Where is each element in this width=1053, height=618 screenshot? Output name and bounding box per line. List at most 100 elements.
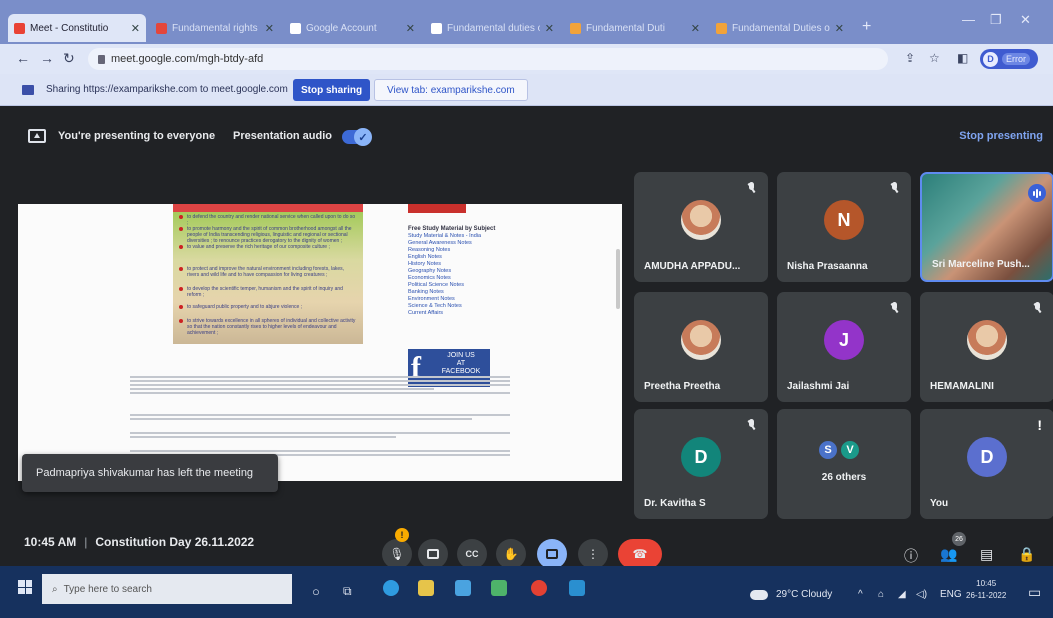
back-icon[interactable]: ← xyxy=(16,50,30,66)
sidebar-link[interactable]: Economics Notes xyxy=(408,275,518,282)
browser-tab[interactable]: Google Account ✕ xyxy=(284,14,421,42)
url-bar[interactable]: meet.google.com/mgh-btdy-afd xyxy=(88,48,888,70)
more-options-button[interactable]: ⋮ xyxy=(578,539,608,569)
forward-icon[interactable]: → xyxy=(40,50,54,66)
taskbar-clock[interactable]: 10:45 26-11-2022 xyxy=(966,578,1006,602)
participant-tile[interactable]: J Jailashmi Jai xyxy=(777,292,911,402)
participant-name: Sri Marceline Push... xyxy=(932,259,1030,270)
show-hidden-icons-icon[interactable]: ^ xyxy=(858,589,863,600)
meet-window: You're presenting to everyone Presentati… xyxy=(0,106,1053,569)
photos-icon[interactable] xyxy=(569,580,585,596)
maximize-icon[interactable]: ❐ xyxy=(990,12,1002,28)
participant-tile[interactable]: HEMAMALINI xyxy=(920,292,1053,402)
participant-name: AMUDHA APPADU... xyxy=(644,261,741,272)
browser-tab[interactable]: Meet - Constitutio ✕ xyxy=(8,14,146,42)
more-vert-icon: ⋮ xyxy=(587,547,599,561)
raise-hand-button[interactable]: ✋ xyxy=(496,539,526,569)
sidebar-link[interactable]: History Notes xyxy=(408,261,518,268)
browser-tab[interactable]: Fundamental duties of ✕ xyxy=(425,14,560,42)
sidebar-link[interactable]: Current Affairs xyxy=(408,310,518,317)
present-icon xyxy=(546,549,558,559)
participant-tile[interactable]: D! You xyxy=(920,409,1053,519)
browser-tab[interactable]: Fundamental rights of ✕ xyxy=(150,14,280,42)
tab-close-icon[interactable]: ✕ xyxy=(835,22,844,35)
muted-mic-icon xyxy=(747,182,756,194)
red-banner-button[interactable] xyxy=(408,204,466,213)
muted-mic-icon xyxy=(890,182,899,194)
new-tab-button[interactable]: + xyxy=(862,18,871,36)
chrome-icon[interactable] xyxy=(531,580,547,596)
minimize-icon[interactable]: — xyxy=(962,12,975,27)
present-button[interactable] xyxy=(537,539,567,569)
captions-button[interactable]: CC xyxy=(457,539,487,569)
edge-icon[interactable] xyxy=(383,580,399,596)
tab-title: Fundamental Duties o xyxy=(732,22,830,34)
notifications-icon[interactable]: ▭ xyxy=(1028,584,1041,601)
profile-avatar: D xyxy=(983,51,998,67)
close-window-icon[interactable]: ✕ xyxy=(1020,12,1031,28)
file-explorer-icon[interactable] xyxy=(418,580,434,596)
tab-close-icon[interactable]: ✕ xyxy=(406,22,415,35)
chat-icon[interactable]: ▤ xyxy=(980,546,993,563)
sidebar-link[interactable]: Banking Notes xyxy=(408,289,518,296)
sidebar-link[interactable]: Study Material & Notes - India xyxy=(408,233,518,240)
meeting-details-icon[interactable]: ⓘ xyxy=(904,546,918,566)
language-indicator[interactable]: ENG xyxy=(940,589,962,600)
participant-tile[interactable]: N Nisha Prasaanna xyxy=(777,172,911,282)
task-view-icon[interactable]: ⧉ xyxy=(343,584,352,599)
presentation-audio-toggle[interactable]: ✓ xyxy=(342,128,372,146)
browser-tab[interactable]: Fundamental Duties o ✕ xyxy=(710,14,850,42)
view-tab-button[interactable]: View tab: examparikshe.com xyxy=(374,79,528,101)
taskbar-search-box[interactable]: ⌕ Type here to search xyxy=(42,574,292,604)
tab-favicon-icon xyxy=(14,22,25,34)
wifi-icon[interactable]: ◢ xyxy=(898,589,906,600)
tab-close-icon[interactable]: ✕ xyxy=(265,22,274,35)
participant-tile[interactable]: Sri Marceline Push... xyxy=(920,172,1053,282)
tab-close-icon[interactable]: ✕ xyxy=(545,22,554,35)
stop-presenting-button[interactable]: Stop presenting xyxy=(959,130,1043,142)
sidebar-link[interactable]: Geography Notes xyxy=(408,268,518,275)
cortana-icon[interactable]: ○ xyxy=(312,584,320,599)
sidebar-link[interactable]: Reasoning Notes xyxy=(408,247,518,254)
url-text: meet.google.com/mgh-btdy-afd xyxy=(111,53,264,65)
participant-tile[interactable]: S V 26 others xyxy=(777,409,911,519)
sidebar-link[interactable]: Environment Notes xyxy=(408,296,518,303)
profile-button[interactable]: D Error xyxy=(980,49,1038,69)
leave-call-button[interactable]: ☎ xyxy=(618,539,662,569)
sidebar-link[interactable]: Science & Tech Notes xyxy=(408,303,518,310)
people-icon[interactable]: 👥 xyxy=(940,546,957,563)
sidebar-heading: Free Study Material by Subject xyxy=(408,226,496,232)
windows-start-icon[interactable] xyxy=(18,580,32,594)
side-panel-icon[interactable]: ◧ xyxy=(957,51,968,65)
meeting-info: 10:45 AM | Constitution Day 26.11.2022 xyxy=(24,535,255,549)
participant-tile[interactable]: Preetha Preetha xyxy=(634,292,768,402)
network-icon[interactable]: ⌂ xyxy=(878,589,884,600)
activities-icon[interactable]: 🔒 xyxy=(1018,546,1035,563)
weather-cloud-icon xyxy=(750,590,768,600)
participant-avatar: J xyxy=(824,320,864,360)
tab-close-icon[interactable]: ✕ xyxy=(131,22,140,35)
app-icon[interactable] xyxy=(491,580,507,596)
participant-tile[interactable]: AMUDHA APPADU... xyxy=(634,172,768,282)
stop-sharing-button[interactable]: Stop sharing xyxy=(293,79,371,101)
tab-close-icon[interactable]: ✕ xyxy=(691,22,700,35)
captions-icon: CC xyxy=(465,549,479,559)
camera-button[interactable] xyxy=(418,539,448,569)
windows-taskbar: ⌕ Type here to search ○ ⧉ 29°C Cloudy ^ … xyxy=(0,566,1053,618)
sidebar-link[interactable]: Political Science Notes xyxy=(408,282,518,289)
volume-icon[interactable]: ◁) xyxy=(916,589,927,600)
weather-text[interactable]: 29°C Cloudy xyxy=(776,589,832,600)
sidebar-link[interactable]: General Awareness Notes xyxy=(408,240,518,247)
sharing-icon xyxy=(22,85,34,95)
bookmark-star-icon[interactable]: ☆ xyxy=(929,51,940,65)
share-icon[interactable]: ⇪ xyxy=(905,51,915,65)
participant-tile[interactable]: D Dr. Kavitha S xyxy=(634,409,768,519)
clock-time: 10:45 xyxy=(976,579,997,588)
microphone-button[interactable]: 🎙 xyxy=(382,539,412,569)
store-icon[interactable] xyxy=(455,580,471,596)
muted-mic-icon xyxy=(747,419,756,431)
reload-icon[interactable]: ↻ xyxy=(63,50,75,67)
scrollbar[interactable] xyxy=(616,249,620,309)
sidebar-link[interactable]: English Notes xyxy=(408,254,518,261)
browser-tab[interactable]: Fundamental Duti ✕ xyxy=(564,14,706,42)
